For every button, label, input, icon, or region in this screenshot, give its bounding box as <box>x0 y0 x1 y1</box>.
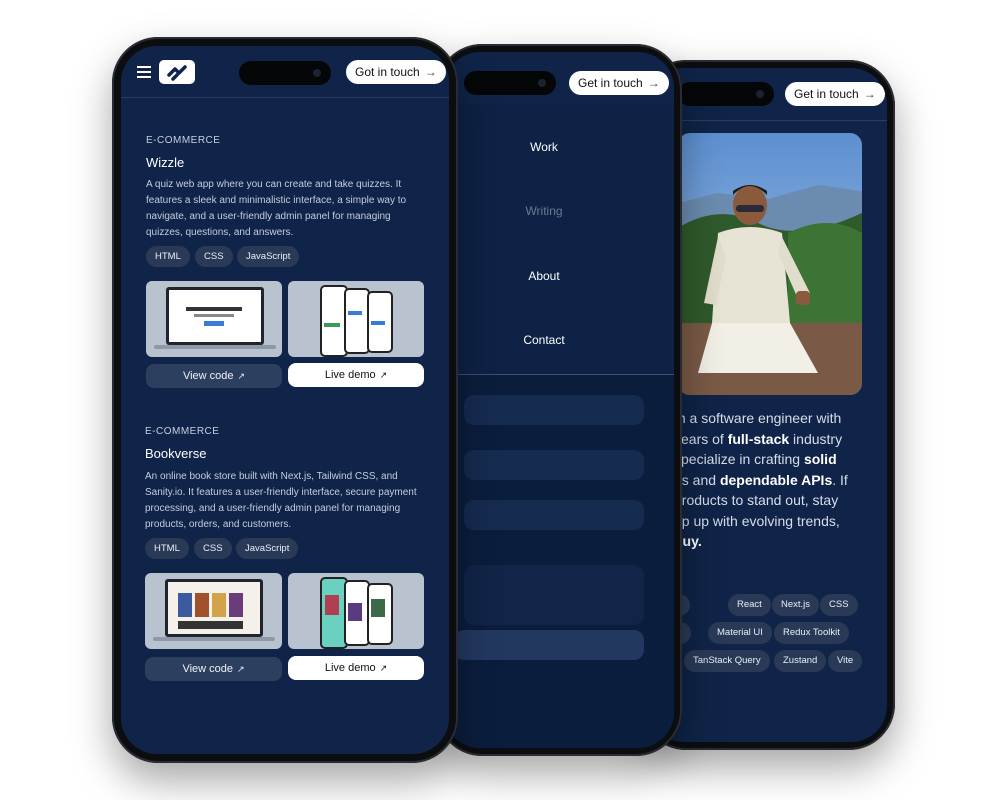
external-link-icon: ↗ <box>237 371 246 381</box>
projects-screen: Got in touch → E-COMMERCE Wizzle A quiz w… <box>121 46 449 754</box>
arrow-right-icon: → <box>647 76 660 90</box>
skill-tag: Zustand <box>774 650 827 672</box>
project-description: A quiz web app where you can create and … <box>146 179 407 238</box>
desktop-screenshot <box>145 573 282 649</box>
tech-tag: HTML <box>145 538 189 559</box>
skill-tag: Redux Toolkit <box>774 622 849 644</box>
desktop-screenshot <box>146 281 282 357</box>
get-in-touch-label: Got in touch <box>355 65 420 79</box>
tech-tag: CSS <box>195 246 233 267</box>
tech-tag: JavaScript <box>237 246 300 267</box>
view-code-button[interactable]: View code ↗ <box>145 657 282 681</box>
skill-tag: Vite <box>828 650 863 672</box>
get-in-touch-button[interactable]: Got in touch → <box>346 60 446 84</box>
live-demo-button[interactable]: Live demo ↗ <box>288 656 424 680</box>
tech-tag: CSS <box>194 538 232 559</box>
project-title: Wizzle <box>146 155 185 170</box>
project-category: E-COMMERCE <box>146 135 221 146</box>
about-line: es and dependable APIs. If <box>674 471 848 488</box>
menu-screen: Get in touch → Work Writing About Contact <box>444 52 674 748</box>
mobile-screenshot <box>288 573 424 649</box>
nav-item-writing[interactable]: Writing <box>444 204 659 218</box>
about-line: years of full-stack industry <box>674 430 843 447</box>
tech-tag: JavaScript <box>236 538 299 559</box>
dynamic-island <box>239 61 331 85</box>
menu-icon[interactable] <box>137 66 151 78</box>
about-screen: Get in touch → m a software engineer wit… <box>648 68 887 742</box>
dynamic-island <box>678 82 774 106</box>
profile-photo <box>678 133 862 395</box>
about-line: guy. <box>674 533 702 549</box>
dynamic-island <box>464 71 556 95</box>
nav-menu: Work Writing About Contact <box>444 104 674 374</box>
nav-item-about[interactable]: About <box>444 269 659 283</box>
project-description: An online book store built with Next.js,… <box>145 471 417 530</box>
blurred-content <box>444 375 674 748</box>
external-link-icon: ↗ <box>379 663 388 673</box>
nav-item-contact[interactable]: Contact <box>444 333 659 347</box>
live-demo-button[interactable]: Live demo ↗ <box>288 363 424 387</box>
external-link-icon: ↗ <box>379 370 388 380</box>
arrow-right-icon: → <box>863 87 876 101</box>
get-in-touch-label: Get in touch <box>794 87 859 101</box>
about-line: specialize in crafting solid <box>674 451 837 467</box>
view-code-button[interactable]: View code ↗ <box>146 364 282 388</box>
skill-tag: CSS <box>820 594 858 616</box>
skill-tag: Material UI <box>708 622 772 644</box>
phone-menu: Get in touch → Work Writing About Contact <box>436 44 682 756</box>
get-in-touch-label: Get in touch <box>578 76 643 90</box>
about-line: m a software engineer with <box>674 410 842 426</box>
nav-item-work[interactable]: Work <box>444 140 659 154</box>
view-code-label: View code <box>182 370 234 382</box>
about-line: ep up with evolving trends, <box>674 512 840 529</box>
external-link-icon: ↗ <box>237 664 245 674</box>
project-category: E-COMMERCE <box>145 426 220 437</box>
get-in-touch-button[interactable]: Get in touch → <box>785 82 885 106</box>
live-demo-label: Live demo <box>324 369 376 381</box>
tech-tag: HTML <box>146 246 190 267</box>
about-paragraph: m a software engineer with years of full… <box>674 408 884 552</box>
logo-icon[interactable] <box>159 60 195 84</box>
view-code-label: View code <box>182 663 233 675</box>
get-in-touch-button[interactable]: Get in touch → <box>569 71 669 95</box>
project-title: Bookverse <box>145 446 207 461</box>
skill-tag: TanStack Query <box>684 650 770 672</box>
about-line: products to stand out, stay <box>674 492 839 508</box>
skill-tag: Next.js <box>772 594 820 616</box>
arrow-right-icon: → <box>424 65 437 79</box>
mobile-screenshot <box>288 281 424 357</box>
phone-projects: Got in touch → E-COMMERCE Wizzle A quiz w… <box>112 37 458 763</box>
live-demo-label: Live demo <box>324 662 376 674</box>
skill-tag: React <box>728 594 771 616</box>
